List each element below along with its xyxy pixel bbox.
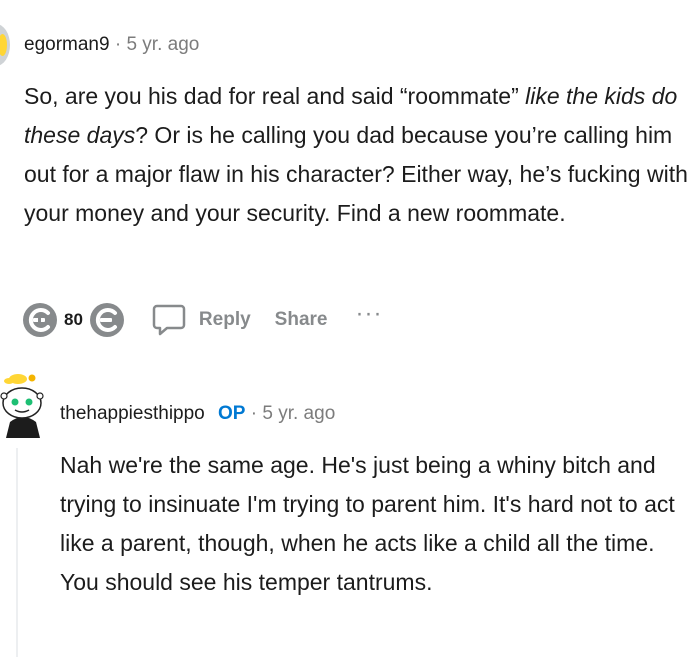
more-dots-icon: ··· [355,300,383,327]
vote-count: 80 [64,310,83,329]
comment-actions: 80 Reply Share ··· [18,298,382,342]
comment-text: So, are you his dad for real and said “r… [24,83,526,109]
user-avatar[interactable] [0,24,10,66]
comment-header: thehappiesthippo OP · 5 yr. ago [60,403,335,425]
more-options-button[interactable]: ··· [355,302,382,326]
comment-bubble-icon [152,304,186,336]
upvote-icon [23,303,57,337]
comment-timestamp[interactable]: 5 yr. ago [126,34,199,55]
comment-timestamp[interactable]: 5 yr. ago [262,403,335,424]
share-button[interactable]: Share [275,309,328,331]
username-link[interactable]: thehappiesthippo [60,403,205,424]
share-label: Share [274,309,328,330]
comment-body: So, are you his dad for real and said “r… [24,77,689,233]
downvote-icon [89,303,124,337]
upvote-button[interactable] [18,298,62,342]
op-badge: OP [218,403,246,424]
meta-separator: · [250,403,258,424]
reply-button[interactable]: Reply [151,303,251,337]
meta-separator: · [114,34,122,55]
snoo-avatar-icon[interactable] [0,372,46,438]
username-link[interactable]: egorman9 [24,34,110,55]
thread-line[interactable] [16,448,18,657]
reply-label: Reply [198,309,251,330]
comment-body: Nah we're the same age. He's just being … [60,452,675,595]
comment-header: egorman9 · 5 yr. ago [24,34,199,56]
downvote-button[interactable] [85,298,129,342]
